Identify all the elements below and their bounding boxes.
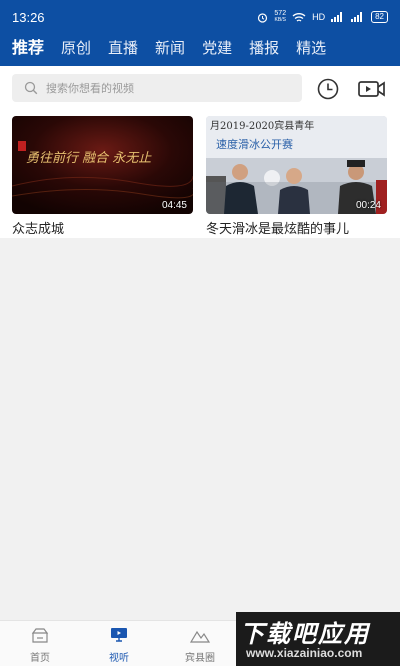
tab-broadcast[interactable]: 播报 xyxy=(237,36,279,66)
tab-news[interactable]: 新闻 xyxy=(143,36,185,66)
category-tabs: 推荐 原创 直播 新闻 党建 播报 精选 xyxy=(0,36,400,66)
search-box[interactable] xyxy=(12,74,302,102)
bottom-nav-home[interactable]: 首页 xyxy=(10,625,70,664)
tv-icon xyxy=(111,628,127,642)
clock-icon xyxy=(317,78,339,100)
battery-icon: 82 xyxy=(371,11,388,23)
thumbnail-caption: 勇往前行 融合 永无止 xyxy=(26,151,152,166)
bottom-nav-label: 宾县圈 xyxy=(185,653,215,664)
record-video-button[interactable] xyxy=(357,77,387,101)
history-button[interactable] xyxy=(316,77,340,101)
network-speed: 572 KB/S xyxy=(274,10,286,23)
tab-party[interactable]: 党建 xyxy=(190,36,232,66)
video-duration: 00:24 xyxy=(355,200,381,211)
hd-indicator: HD xyxy=(312,12,326,22)
signal-icon xyxy=(331,12,345,22)
status-icons: 572 KB/S HD 82 xyxy=(257,10,388,23)
mountain-icon xyxy=(190,630,210,643)
search-icon xyxy=(24,81,38,95)
video-title: 冬天滑冰是最炫酷的事儿 xyxy=(206,222,350,237)
search-input[interactable] xyxy=(46,81,266,95)
bottom-nav-community[interactable]: 宾县圈 xyxy=(170,625,230,664)
bottom-nav-media[interactable]: 视听 xyxy=(89,625,149,664)
bottom-nav-label: 首页 xyxy=(30,653,50,664)
video-duration: 04:45 xyxy=(161,200,187,211)
video-grid: 勇往前行 融合 永无止 04:45 众志成城 月2019-2020宾县青年 速度… xyxy=(0,110,400,238)
video-thumbnail: 月2019-2020宾县青年 速度滑冰公开赛 00:24 xyxy=(206,116,387,214)
video-thumbnail: 勇往前行 融合 永无止 04:45 xyxy=(12,116,193,214)
status-time: 13:26 xyxy=(12,10,45,25)
status-bar: 13:26 572 KB/S HD 82 xyxy=(0,0,400,36)
video-card[interactable]: 月2019-2020宾县青年 速度滑冰公开赛 00:24 冬天滑冰是最炫酷的事儿 xyxy=(206,116,387,237)
alarm-icon xyxy=(258,12,268,23)
thumbnail-banner-line2: 速度滑冰公开赛 xyxy=(216,137,293,151)
thumbnail-banner-line1: 月2019-2020宾县青年 xyxy=(210,119,314,132)
video-camera-icon xyxy=(358,81,385,97)
tab-featured[interactable]: 精选 xyxy=(284,36,326,66)
watermark-url: www.xiazainiao.com xyxy=(246,646,363,660)
network-speed-unit: KB/S xyxy=(274,17,286,23)
tab-live[interactable]: 直播 xyxy=(96,36,138,66)
bottom-nav-label: 视听 xyxy=(109,653,129,664)
wifi-icon xyxy=(292,12,306,22)
video-card[interactable]: 勇往前行 融合 永无止 04:45 众志成城 xyxy=(12,116,193,237)
tab-original[interactable]: 原创 xyxy=(49,36,91,66)
video-title: 众志成城 xyxy=(12,222,65,237)
signal-icon-2 xyxy=(351,12,365,22)
watermark-logo: 下载吧应用 www.xiazainiao.com xyxy=(236,612,400,666)
watermark-title: 下载吧应用 xyxy=(240,620,370,648)
search-row xyxy=(0,66,400,110)
tab-recommended[interactable]: 推荐 xyxy=(0,36,44,66)
home-icon xyxy=(31,628,49,643)
